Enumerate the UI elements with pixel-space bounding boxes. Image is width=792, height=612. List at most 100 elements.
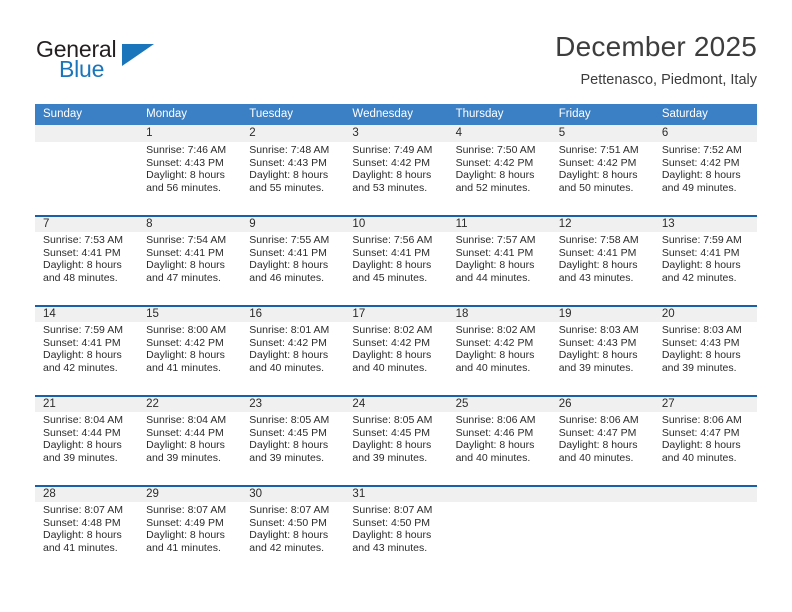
day-sun-info-line: Sunrise: 7:52 AM xyxy=(661,144,742,156)
calendar-day-cell[interactable]: 13 Sunrise: 7:59 AM Sunset: 4:41 PM Dayligh… xyxy=(653,215,757,305)
calendar-day-cell[interactable]: 22 Sunrise: 8:04 AM Sunset: 4:44 PM Dayligh… xyxy=(138,395,242,485)
day-number: 30 xyxy=(241,487,345,502)
day-number: 11 xyxy=(447,217,551,232)
calendar-day-cell[interactable]: 18 Sunrise: 8:02 AM Sunset: 4:42 PM Dayligh… xyxy=(447,305,551,395)
calendar-day-cell[interactable]: 6 Sunrise: 7:52 AM Sunset: 4:42 PM Daylight… xyxy=(653,125,757,215)
calendar-day-cell[interactable]: 20 Sunrise: 8:03 AM Sunset: 4:43 PM Dayligh… xyxy=(653,305,757,395)
calendar-day-cell-empty xyxy=(447,485,551,575)
day-sun-info-line: Sunrise: 7:49 AM xyxy=(352,144,433,156)
day-sun-info-line: and 39 minutes. xyxy=(249,451,324,464)
day-sun-info-line: Sunset: 4:42 PM xyxy=(146,336,224,349)
day-sun-info-line: and 41 minutes. xyxy=(146,361,221,374)
day-sun-info-line: and 45 minutes. xyxy=(352,271,428,284)
calendar-day-cell[interactable]: 16 Sunrise: 8:01 AM Sunset: 4:42 PM Dayligh… xyxy=(241,305,345,395)
day-sun-info-line: Sunrise: 8:06 AM xyxy=(661,414,742,426)
day-number: 21 xyxy=(35,397,139,412)
weekday-header-row: Sunday Monday Tuesday Wednesday Thursday Frid… xyxy=(35,104,757,125)
day-sun-info-line: and 44 minutes. xyxy=(455,271,531,284)
calendar-day-cell[interactable]: 25 Sunrise: 8:06 AM Sunset: 4:46 PM Dayligh… xyxy=(447,395,551,485)
day-sun-info: Sunrise: 8:06 AM Sunset: 4:46 PM Daylight:… xyxy=(448,412,551,464)
day-sun-info-line: Sunrise: 8:05 AM xyxy=(249,414,330,426)
day-number: 6 xyxy=(653,125,757,142)
day-sun-info-line: Sunset: 4:41 PM xyxy=(249,246,327,259)
day-sun-info: Sunrise: 8:07 AM Sunset: 4:50 PM Daylight:… xyxy=(241,502,344,554)
calendar-day-cell[interactable]: 14 Sunrise: 7:59 AM Sunset: 4:41 PM Dayligh… xyxy=(35,305,139,395)
day-sun-info-line: Sunrise: 8:00 AM xyxy=(146,324,227,336)
day-sun-info-line: Daylight: 8 hours xyxy=(43,259,122,272)
calendar-day-cell[interactable]: 31 Sunrise: 8:07 AM Sunset: 4:50 PM Dayligh… xyxy=(344,485,448,575)
calendar-day-cell[interactable]: 28 Sunrise: 8:07 AM Sunset: 4:48 PM Dayligh… xyxy=(35,485,139,575)
day-sun-info-line: Sunset: 4:43 PM xyxy=(249,156,327,169)
day-sun-info-line: Sunset: 4:43 PM xyxy=(661,336,740,349)
calendar-day-cell[interactable]: 4 Sunrise: 7:50 AM Sunset: 4:42 PM Daylight… xyxy=(447,125,551,215)
day-sun-info-line: and 47 minutes. xyxy=(146,271,221,284)
day-number xyxy=(550,487,654,502)
day-sun-info: Sunrise: 7:52 AM Sunset: 4:42 PM Daylight:… xyxy=(654,142,757,194)
day-sun-info-line: Daylight: 8 hours xyxy=(43,349,122,362)
calendar-day-cell[interactable]: 12 Sunrise: 7:58 AM Sunset: 4:41 PM Dayligh… xyxy=(550,215,654,305)
day-sun-info-line: and 40 minutes. xyxy=(558,451,634,464)
day-number xyxy=(447,487,551,502)
day-sun-info-line: Sunset: 4:44 PM xyxy=(43,426,121,439)
calendar-weeks: 1 Sunrise: 7:46 AM Sunset: 4:43 PM Daylight… xyxy=(35,125,757,575)
calendar-grid: Sunday Monday Tuesday Wednesday Thursday Frid… xyxy=(35,104,757,575)
day-sun-info-line: Sunset: 4:41 PM xyxy=(352,246,431,259)
day-number: 1 xyxy=(138,125,242,142)
day-sun-info-line: Daylight: 8 hours xyxy=(352,259,432,272)
day-sun-info-line: Sunrise: 7:50 AM xyxy=(455,144,536,156)
calendar-day-cell[interactable]: 24 Sunrise: 8:05 AM Sunset: 4:45 PM Dayligh… xyxy=(344,395,448,485)
day-sun-info-line: Sunrise: 8:02 AM xyxy=(455,324,536,336)
day-number: 19 xyxy=(550,307,654,322)
day-sun-info: Sunrise: 7:59 AM Sunset: 4:41 PM Daylight:… xyxy=(35,322,138,374)
calendar-day-cell[interactable]: 2 Sunrise: 7:48 AM Sunset: 4:43 PM Daylight… xyxy=(241,125,345,215)
calendar-day-cell[interactable]: 9 Sunrise: 7:55 AM Sunset: 4:41 PM Daylight… xyxy=(241,215,345,305)
day-sun-info-line: Daylight: 8 hours xyxy=(455,439,535,452)
day-sun-info-line: Sunset: 4:42 PM xyxy=(661,156,740,169)
calendar-day-cell[interactable]: 26 Sunrise: 8:06 AM Sunset: 4:47 PM Dayligh… xyxy=(550,395,654,485)
day-sun-info: Sunrise: 7:57 AM Sunset: 4:41 PM Daylight:… xyxy=(448,232,551,284)
day-sun-info-line: and 39 minutes. xyxy=(661,361,737,374)
weekday-header-wednesday: Wednesday xyxy=(352,108,413,120)
calendar-day-cell[interactable]: 1 Sunrise: 7:46 AM Sunset: 4:43 PM Daylight… xyxy=(138,125,242,215)
calendar-day-cell[interactable]: 27 Sunrise: 8:06 AM Sunset: 4:47 PM Dayligh… xyxy=(653,395,757,485)
calendar-day-cell[interactable]: 11 Sunrise: 7:57 AM Sunset: 4:41 PM Dayligh… xyxy=(447,215,551,305)
brand-name-blue: Blue xyxy=(59,56,105,82)
day-number xyxy=(653,487,757,502)
calendar-day-cell[interactable]: 23 Sunrise: 8:05 AM Sunset: 4:45 PM Dayligh… xyxy=(241,395,345,485)
day-sun-info-line: Daylight: 8 hours xyxy=(146,439,225,452)
day-sun-info-line: Sunrise: 8:07 AM xyxy=(43,504,123,516)
day-sun-info-line: and 39 minutes. xyxy=(352,451,428,464)
calendar-day-cell[interactable]: 3 Sunrise: 7:49 AM Sunset: 4:42 PM Daylight… xyxy=(344,125,448,215)
day-sun-info: Sunrise: 8:03 AM Sunset: 4:43 PM Daylight:… xyxy=(654,322,757,374)
calendar-day-cell[interactable]: 8 Sunrise: 7:54 AM Sunset: 4:41 PM Daylight… xyxy=(138,215,242,305)
day-sun-info-line: and 40 minutes. xyxy=(352,361,428,374)
calendar-day-cell[interactable]: 19 Sunrise: 8:03 AM Sunset: 4:43 PM Dayligh… xyxy=(550,305,654,395)
day-sun-info-line: Sunset: 4:41 PM xyxy=(558,246,637,259)
calendar-day-cell[interactable]: 7 Sunrise: 7:53 AM Sunset: 4:41 PM Daylight… xyxy=(35,215,139,305)
calendar-week-row: 14 Sunrise: 7:59 AM Sunset: 4:41 PM Dayligh… xyxy=(35,305,757,395)
day-sun-info-line: Daylight: 8 hours xyxy=(249,349,329,362)
day-sun-info-line: Daylight: 8 hours xyxy=(249,169,329,182)
calendar-day-cell[interactable]: 21 Sunrise: 8:04 AM Sunset: 4:44 PM Dayligh… xyxy=(35,395,139,485)
weekday-header-monday: Monday xyxy=(146,108,188,120)
day-number: 7 xyxy=(35,217,139,232)
day-sun-info: Sunrise: 8:06 AM Sunset: 4:47 PM Daylight:… xyxy=(654,412,757,464)
title-block: December 2025 Pettenasco, Piedmont, Ital… xyxy=(555,30,757,90)
calendar-day-cell[interactable]: 30 Sunrise: 8:07 AM Sunset: 4:50 PM Dayligh… xyxy=(241,485,345,575)
day-sun-info: Sunrise: 8:04 AM Sunset: 4:44 PM Daylight:… xyxy=(138,412,241,464)
day-sun-info-line: Daylight: 8 hours xyxy=(352,529,432,542)
calendar-day-cell[interactable]: 15 Sunrise: 8:00 AM Sunset: 4:42 PM Dayligh… xyxy=(138,305,242,395)
calendar-day-cell[interactable]: 29 Sunrise: 8:07 AM Sunset: 4:49 PM Dayligh… xyxy=(138,485,242,575)
day-sun-info-line: Sunrise: 8:04 AM xyxy=(43,414,123,426)
day-sun-info-line: Sunset: 4:50 PM xyxy=(352,516,431,529)
calendar-day-cell[interactable]: 17 Sunrise: 8:02 AM Sunset: 4:42 PM Dayligh… xyxy=(344,305,448,395)
brand-logo[interactable]: General Blue xyxy=(36,36,176,92)
day-sun-info-line: Sunrise: 8:07 AM xyxy=(352,504,433,516)
calendar-day-cell[interactable]: 10 Sunrise: 7:56 AM Sunset: 4:41 PM Dayligh… xyxy=(344,215,448,305)
calendar-week-row: 28 Sunrise: 8:07 AM Sunset: 4:48 PM Dayligh… xyxy=(35,485,757,575)
calendar-day-cell[interactable]: 5 Sunrise: 7:51 AM Sunset: 4:42 PM Daylight… xyxy=(550,125,654,215)
day-sun-info-line: Sunset: 4:42 PM xyxy=(455,156,534,169)
day-sun-info-line: Sunrise: 8:03 AM xyxy=(558,324,639,336)
day-sun-info-line: Sunrise: 7:46 AM xyxy=(146,144,227,156)
page-header: General Blue December 2025 Pettenasco, P… xyxy=(0,0,792,104)
